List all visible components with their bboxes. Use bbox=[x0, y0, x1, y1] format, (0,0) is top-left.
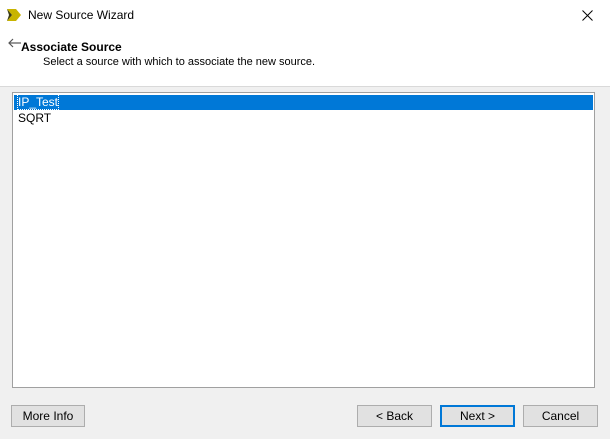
list-item-sqrt[interactable]: SQRT bbox=[14, 111, 593, 126]
page-subtitle: Select a source with which to associate … bbox=[43, 56, 316, 68]
wizard-header: Associate Source Select a source with wh… bbox=[0, 30, 610, 86]
close-button[interactable] bbox=[564, 0, 610, 30]
page-title: Associate Source bbox=[21, 40, 122, 54]
list-item-ip-test[interactable]: IP_Test bbox=[14, 94, 593, 110]
close-icon bbox=[581, 9, 593, 21]
window-title: New Source Wizard bbox=[28, 8, 135, 22]
app-logo-icon bbox=[7, 9, 21, 21]
cancel-button[interactable]: Cancel bbox=[523, 405, 598, 427]
more-info-button[interactable]: More Info bbox=[11, 405, 85, 427]
title-bar: New Source Wizard bbox=[0, 0, 610, 30]
next-button[interactable]: Next > bbox=[440, 405, 515, 427]
back-button[interactable]: < Back bbox=[357, 405, 432, 427]
wizard-content: IP_Test SQRT More Info < Back Next > Can… bbox=[0, 87, 610, 439]
source-listbox[interactable]: IP_Test SQRT bbox=[12, 92, 595, 388]
back-arrow-icon bbox=[8, 38, 21, 48]
list-item-label: IP_Test bbox=[16, 94, 60, 110]
list-item-label: SQRT bbox=[18, 111, 52, 125]
